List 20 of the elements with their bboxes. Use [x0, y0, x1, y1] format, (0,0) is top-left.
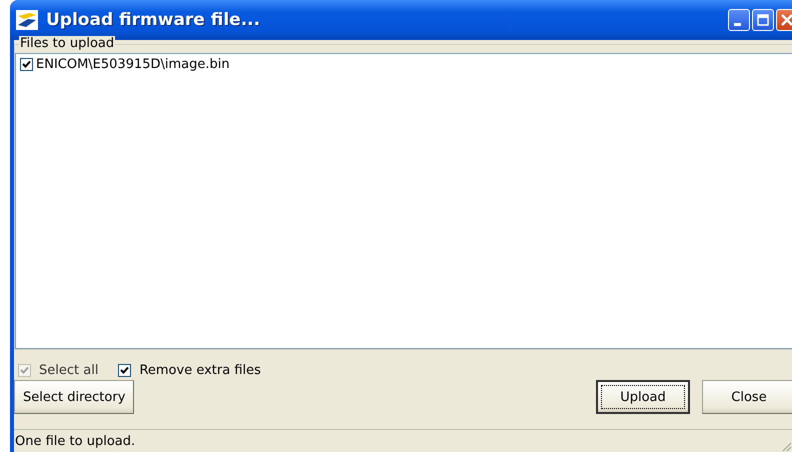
group-label: Files to upload: [19, 36, 116, 52]
dialog-button[interactable]: Upload: [596, 380, 690, 414]
status-text: One file to upload.: [15, 434, 136, 448]
select-directory-button[interactable]: Select directory: [14, 380, 134, 414]
close-button[interactable]: [776, 9, 792, 31]
app-logo-icon: [16, 10, 38, 30]
maximize-icon: [757, 14, 769, 26]
window-title: Upload firmware file...: [46, 10, 262, 30]
file-list[interactable]: ENICOM\E503915D\image.bin: [15, 53, 792, 349]
minimize-icon: [734, 22, 741, 26]
maximize-button[interactable]: [752, 9, 774, 31]
checkbox[interactable]: [20, 58, 33, 71]
resize-grip-icon[interactable]: [780, 440, 792, 452]
minimize-button[interactable]: [728, 9, 750, 31]
checkbox-label: Select all: [39, 363, 98, 378]
close-icon: [781, 14, 792, 26]
checkbox[interactable]: [118, 364, 132, 377]
dialog-button[interactable]: Close: [702, 380, 792, 414]
checkbox-label: Remove extra files: [139, 363, 261, 378]
file-path: ENICOM\E503915D\image.bin: [36, 57, 230, 72]
